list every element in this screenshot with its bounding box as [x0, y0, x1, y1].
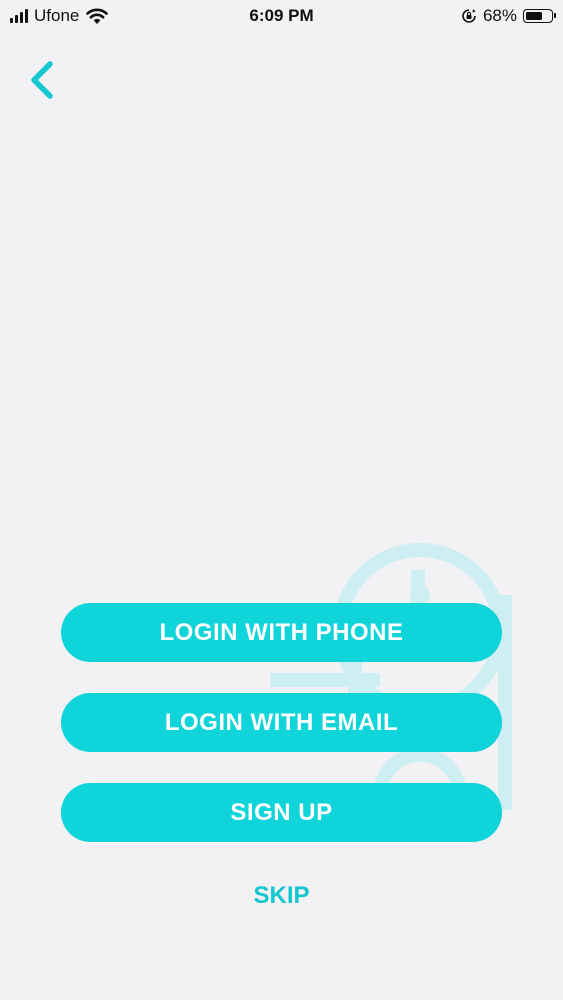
- sign-up-button[interactable]: SIGN UP: [61, 783, 502, 842]
- orientation-lock-icon: [462, 9, 476, 23]
- login-with-phone-button[interactable]: LOGIN WITH PHONE: [61, 603, 502, 662]
- back-chevron-icon[interactable]: [22, 58, 62, 102]
- login-with-email-button[interactable]: LOGIN WITH EMAIL: [61, 693, 502, 752]
- battery-fill: [526, 12, 542, 20]
- decorative-watermark-graphic: [270, 543, 512, 810]
- status-bar-right: 68%: [461, 6, 556, 26]
- battery-percent: 68%: [482, 6, 517, 25]
- battery-icon: [523, 9, 556, 23]
- skip-button[interactable]: SKIP: [0, 882, 563, 910]
- status-bar: Ufone 6:09 PM 68%: [0, 0, 563, 34]
